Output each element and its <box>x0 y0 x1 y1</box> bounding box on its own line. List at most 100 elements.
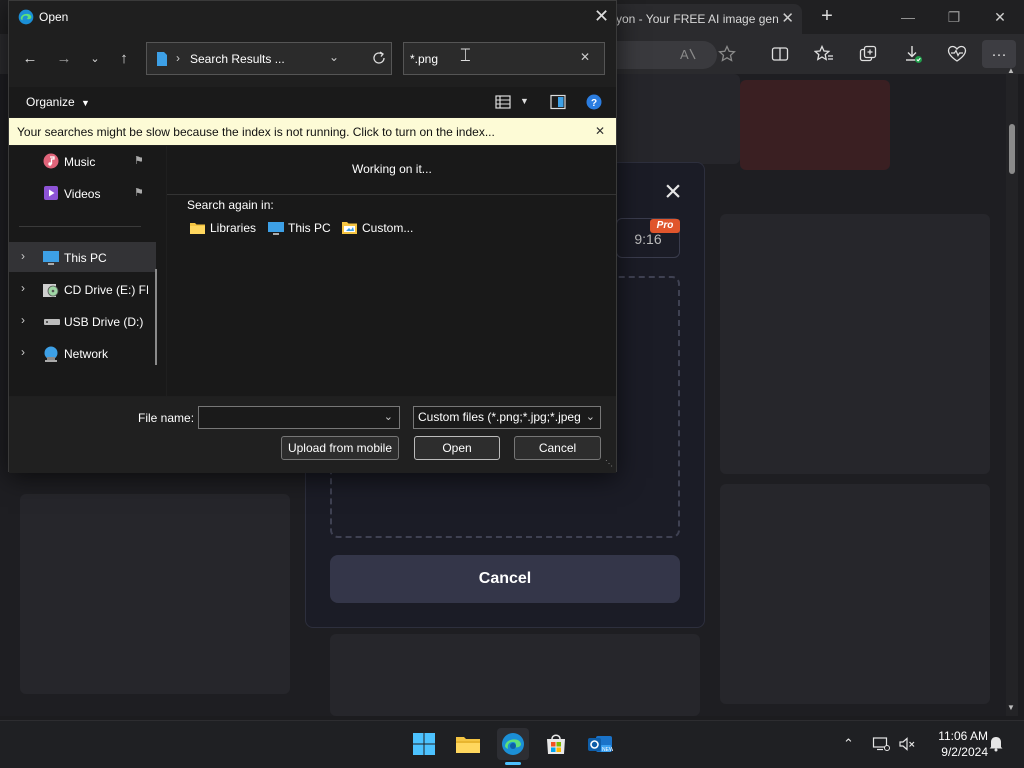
tab-close-icon[interactable]: ✕ <box>781 9 794 27</box>
resize-grip-icon[interactable]: ⋱ <box>605 459 613 468</box>
file-explorer-icon[interactable] <box>452 728 484 760</box>
expand-chevron-icon[interactable]: › <box>21 313 25 327</box>
file-type-select[interactable]: Custom files (*.png;*.jpg;*.jpeg ⌄ <box>413 406 601 429</box>
gallery-tile <box>740 80 890 170</box>
search-field[interactable]: *.png ⌶ ✕ <box>403 42 605 75</box>
notification-bell-icon[interactable] <box>988 734 1004 755</box>
nav-item-videos[interactable]: Videos ⚑ <box>9 178 156 208</box>
nav-item-cd-drive[interactable]: › CD Drive (E:) FR <box>9 274 156 304</box>
collections-icon[interactable] <box>854 42 882 66</box>
expand-chevron-icon[interactable]: › <box>21 281 25 295</box>
outlook-icon[interactable]: NEW <box>584 728 616 760</box>
file-name-input[interactable]: ⌄ <box>198 406 400 429</box>
downloads-icon[interactable] <box>899 42 927 66</box>
network-icon <box>42 345 60 366</box>
scroll-down-arrow-icon[interactable]: ▼ <box>1007 703 1015 712</box>
file-type-dropdown-icon[interactable]: ⌄ <box>585 407 595 428</box>
restore-icon[interactable]: ❐ <box>934 4 974 30</box>
view-options-icon[interactable] <box>495 94 511 113</box>
search-again-label: Search again in: <box>187 198 274 212</box>
organize-dropdown-icon: ▼ <box>81 98 90 108</box>
browser-essentials-icon[interactable] <box>943 42 971 66</box>
expand-chevron-icon[interactable]: › <box>21 345 25 359</box>
index-warning-infobar[interactable]: Your searches might be slow because the … <box>9 118 616 145</box>
svg-text:?: ? <box>591 98 597 109</box>
pin-icon: ⚑ <box>134 187 144 199</box>
back-arrow-icon[interactable]: ← <box>19 49 41 69</box>
open-file-dialog: Open ✕ ← → ⌄ ↑ › Search Results ... ⌄ *.… <box>8 0 617 473</box>
address-bar[interactable] <box>617 41 717 69</box>
scroll-up-arrow-icon[interactable]: ▲ <box>1007 66 1015 75</box>
gallery-tile <box>330 634 700 716</box>
file-name-dropdown-icon[interactable]: ⌄ <box>384 407 393 428</box>
windows-start-icon[interactable] <box>408 728 440 760</box>
nav-item-label: CD Drive (E:) FR <box>64 283 148 297</box>
working-status-text: Working on it... <box>352 162 432 176</box>
dialog-close-icon[interactable]: ✕ <box>594 6 609 27</box>
modal-close-icon[interactable]: × <box>660 177 686 207</box>
nav-item-music[interactable]: Music ⚑ <box>9 146 156 176</box>
show-hidden-icons-chevron-icon[interactable]: ⌃ <box>843 736 854 752</box>
help-icon[interactable]: ? <box>586 94 602 113</box>
nav-item-this-pc[interactable]: › This PC <box>9 242 156 272</box>
taskbar-clock[interactable]: 11:06 AM 9/2/2024 <box>922 728 988 760</box>
page-scroll-thumb[interactable] <box>1009 124 1015 174</box>
search-status-area: Working on it... <box>167 146 616 195</box>
nav-item-label: Network <box>64 347 109 361</box>
search-input[interactable]: *.png <box>410 52 438 66</box>
edge-browser-icon[interactable] <box>497 728 529 760</box>
new-tab-button[interactable]: + <box>816 4 838 30</box>
videos-icon <box>43 185 59 204</box>
open-button[interactable]: Open <box>414 436 500 460</box>
infobar-close-icon[interactable]: ✕ <box>595 124 605 138</box>
cd-drive-icon <box>42 281 60 302</box>
folder-icon <box>189 221 206 238</box>
navigation-pane: Music ⚑ Videos ⚑ › This PC › CD Drive (E… <box>9 146 166 396</box>
forward-arrow-icon[interactable]: → <box>53 49 75 69</box>
modal-cancel-button[interactable]: Cancel <box>330 555 680 603</box>
dialog-title: Open <box>39 10 69 24</box>
address-path-box[interactable]: › Search Results ... ⌄ <box>146 42 392 75</box>
clock-date: 9/2/2024 <box>941 745 988 759</box>
search-again-item-label: Libraries <box>210 221 257 235</box>
file-name-label: File name: <box>138 411 195 425</box>
expand-chevron-icon[interactable]: › <box>21 249 25 263</box>
nav-item-usb-drive[interactable]: › USB Drive (D:) <box>9 306 156 336</box>
upload-from-mobile-button[interactable]: Upload from mobile <box>281 436 399 460</box>
split-screen-icon[interactable] <box>766 42 794 66</box>
minimize-icon[interactable]: — <box>888 4 928 30</box>
more-menu-icon[interactable]: ··· <box>982 40 1016 68</box>
microsoft-store-icon[interactable] <box>540 728 572 760</box>
music-icon <box>43 153 59 172</box>
dialog-bottom-area: File name: ⌄ Custom files (*.png;*.jpg;*… <box>9 397 616 473</box>
clear-search-icon[interactable]: ✕ <box>580 50 590 64</box>
edge-app-icon <box>18 9 34 28</box>
nav-item-network[interactable]: › Network <box>9 338 156 368</box>
network-status-icon[interactable] <box>872 736 890 755</box>
favorite-star-icon[interactable] <box>713 42 741 66</box>
svg-text:A: A <box>680 47 689 62</box>
organize-menu[interactable]: Organize ▼ <box>26 95 90 109</box>
volume-muted-icon[interactable] <box>898 736 916 755</box>
refresh-icon[interactable] <box>371 48 387 71</box>
text-cursor-icon: ⌶ <box>460 45 471 65</box>
window-close-icon[interactable]: ✕ <box>980 4 1020 30</box>
pro-badge: Pro <box>650 219 680 233</box>
nav-item-label: Videos <box>64 187 101 201</box>
read-aloud-icon[interactable]: A <box>674 42 702 66</box>
path-dropdown-chevron-icon[interactable]: ⌄ <box>329 50 339 64</box>
favorites-icon[interactable] <box>810 42 838 66</box>
gallery-tile <box>720 214 990 474</box>
breadcrumb-separator-icon: › <box>176 51 180 65</box>
recent-locations-chevron-icon[interactable]: ⌄ <box>84 49 106 69</box>
gallery-tile <box>720 484 990 704</box>
cancel-button[interactable]: Cancel <box>514 436 601 460</box>
command-bar: Organize ▼ ▼ ? <box>9 87 616 117</box>
preview-pane-icon[interactable] <box>550 94 566 113</box>
view-dropdown-icon[interactable]: ▼ <box>520 96 529 106</box>
search-again-item-label: This PC <box>288 221 331 235</box>
file-list-pane: Working on it... Search again in: Librar… <box>167 146 616 396</box>
navigation-pane-scrollbar[interactable] <box>155 269 157 365</box>
browser-tab[interactable]: yon - Your FREE AI image gen ✕ <box>606 4 802 34</box>
up-arrow-icon[interactable]: ↑ <box>113 49 135 69</box>
